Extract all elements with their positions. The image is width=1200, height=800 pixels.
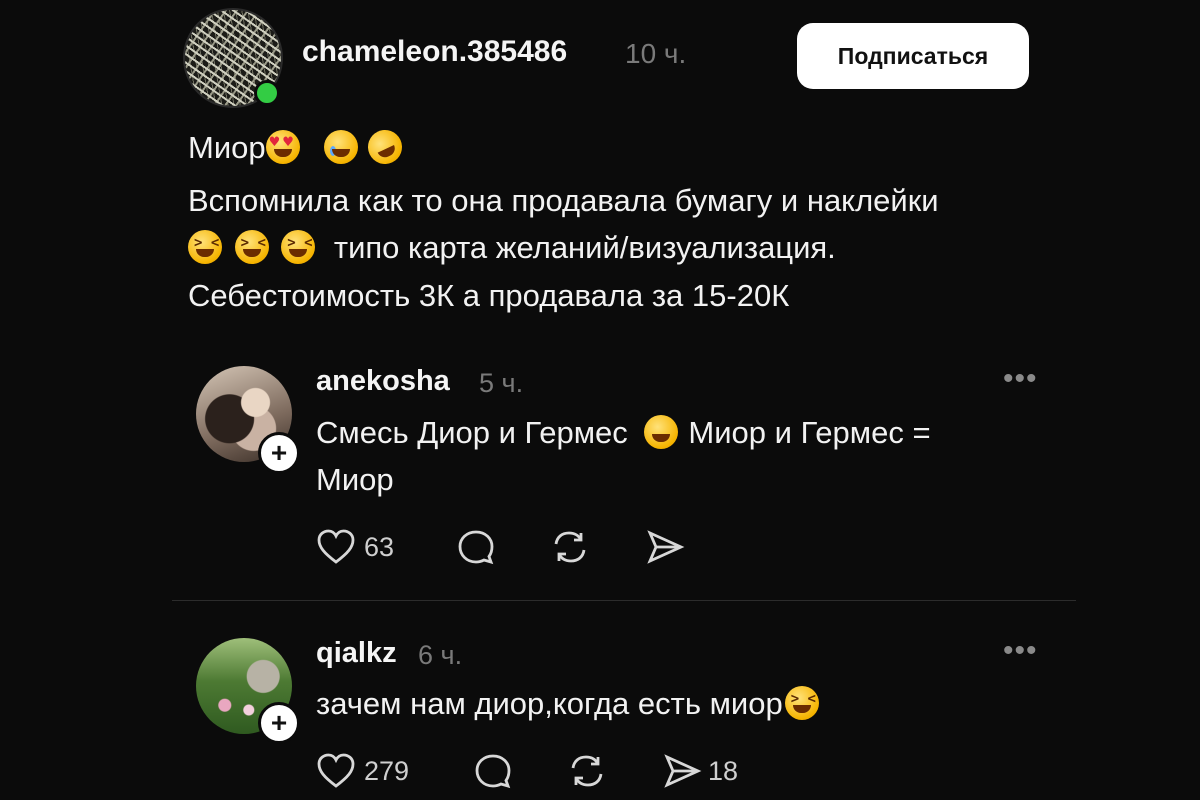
squint-laugh-emoji-icon	[281, 230, 316, 264]
squint-laugh-emoji-icon	[784, 686, 819, 720]
comment-bubble-icon	[475, 754, 511, 789]
like-count: 279	[364, 755, 410, 786]
share-button[interactable]	[645, 528, 685, 566]
tear-smile-emoji-icon	[324, 130, 359, 164]
comment-author-name[interactable]: qialkz	[316, 637, 397, 670]
send-icon	[647, 530, 685, 564]
more-options-icon[interactable]: •••	[1003, 634, 1038, 668]
post-author-name[interactable]: chameleon.385486	[302, 35, 567, 69]
reply-button[interactable]	[456, 528, 496, 566]
comment-timestamp: 5 ч.	[479, 368, 524, 398]
comment-divider	[172, 600, 1076, 601]
grin-emoji-icon	[644, 415, 679, 449]
share-count: 18	[708, 755, 739, 786]
repost-icon	[554, 531, 586, 563]
repost-button[interactable]	[567, 752, 607, 790]
comment-bubble-icon	[458, 530, 494, 565]
subscribe-button[interactable]: Подписаться	[797, 23, 1029, 89]
post-text-line-2: Вспомнила как то она продавала бумагу и …	[188, 183, 939, 218]
like-button[interactable]: 279	[316, 752, 409, 790]
repost-icon	[571, 755, 603, 787]
more-options-icon[interactable]: •••	[1003, 362, 1038, 396]
post-text-line-3-label: типо карта желаний/визуализация.	[333, 230, 836, 265]
comment-text-part: Смесь Диор и Гермес	[316, 415, 628, 450]
comment-text-line-2: Миор	[316, 462, 394, 497]
follow-plus-icon[interactable]: +	[258, 702, 300, 744]
follow-plus-icon[interactable]: +	[258, 432, 300, 474]
share-button[interactable]: 18	[662, 752, 738, 790]
post-text-line-4: Себестоимость 3К а продавала за 15-20К	[188, 278, 790, 313]
online-status-dot	[254, 80, 280, 106]
squint-laugh-emoji-icon	[188, 230, 222, 264]
comment-text-part: зачем нам диор,когда есть миор	[316, 686, 783, 721]
send-icon	[664, 754, 702, 788]
squint-laugh-emoji-icon	[234, 230, 269, 264]
post-title-text: Миор	[188, 130, 266, 165]
post-timestamp: 10 ч.	[625, 38, 687, 69]
comment-text-line-1: Смесь Диор и Гермес Миор и Гермес =	[316, 415, 931, 451]
post-text-line-1: Миор	[188, 124, 412, 170]
comment-timestamp: 6 ч.	[418, 640, 463, 670]
post-text-line-3: типо карта желаний/визуализация.	[188, 230, 836, 266]
heart-eyes-emoji-icon	[265, 130, 300, 164]
heart-icon	[317, 529, 355, 564]
repost-button[interactable]	[550, 528, 590, 566]
reply-button[interactable]	[473, 752, 513, 790]
heart-icon	[317, 753, 355, 788]
like-button[interactable]: 63	[316, 528, 394, 566]
rofl-emoji-icon	[362, 124, 408, 170]
comment-author-name[interactable]: anekosha	[316, 365, 450, 398]
like-count: 63	[364, 531, 395, 562]
comment-text-line-1: зачем нам диор,когда есть миор	[316, 686, 829, 722]
comment-text-part: Миор и Гермес =	[688, 415, 931, 450]
